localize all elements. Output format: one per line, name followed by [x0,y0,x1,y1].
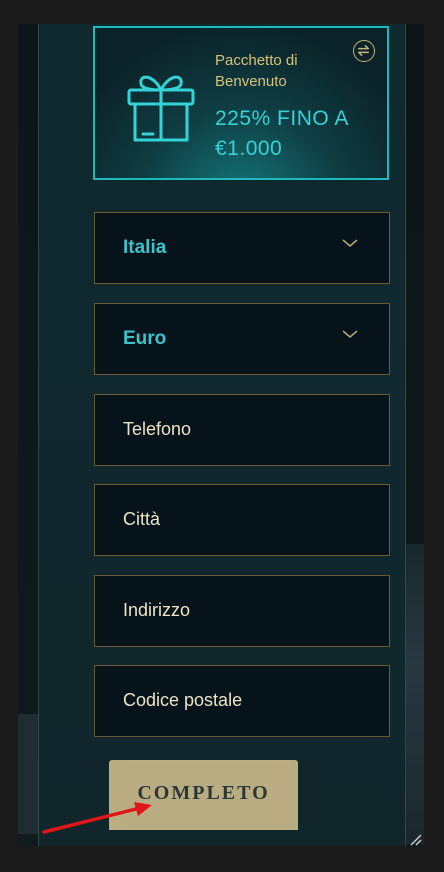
resize-grip-icon[interactable] [408,832,422,846]
currency-value: Euro [123,328,167,349]
registration-panel: Pacchetto di Benvenuto 225% FINO A €1.00… [38,24,406,846]
phone-placeholder: Telefono [123,419,192,439]
postal-code-field[interactable]: Codice postale [94,665,390,737]
currency-select[interactable]: Euro [94,303,390,375]
welcome-bonus-card[interactable]: Pacchetto di Benvenuto 225% FINO A €1.00… [93,26,389,180]
phone-field[interactable]: Telefono [94,394,390,466]
postal-code-placeholder: Codice postale [123,690,243,710]
address-field[interactable]: Indirizzo [94,575,390,647]
promo-offer: 225% FINO A €1.000 [215,107,348,160]
background-left [18,24,38,846]
background-right [404,24,424,846]
background-art-right [404,544,424,844]
city-field[interactable]: Città [94,484,390,556]
country-value: Italia [123,237,167,258]
city-placeholder: Città [123,509,161,529]
background-art-left [18,714,38,834]
swap-icon[interactable] [353,40,375,62]
chevron-down-icon [342,330,358,338]
gift-icon [127,75,195,142]
annotation-arrow-icon [42,802,152,834]
modal-frame: Pacchetto di Benvenuto 225% FINO A €1.00… [18,24,424,846]
address-placeholder: Indirizzo [123,600,191,620]
promo-title: Pacchetto di Benvenuto [215,52,298,90]
chevron-down-icon [342,239,358,247]
country-select[interactable]: Italia [94,212,390,284]
